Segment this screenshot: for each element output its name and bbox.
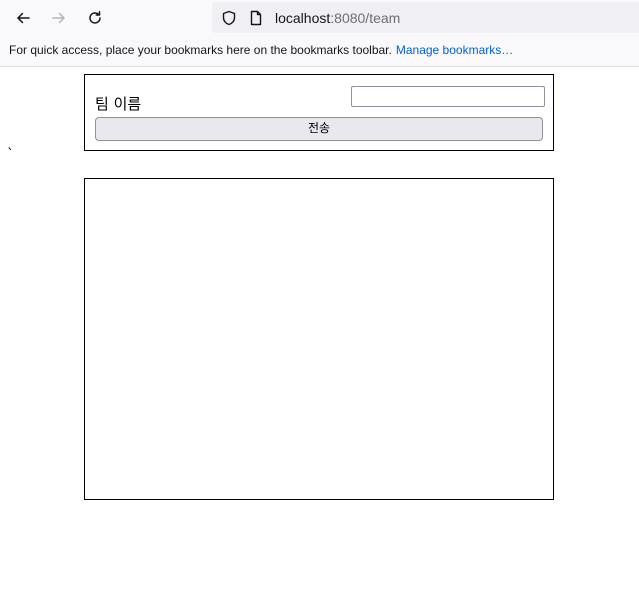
forward-arrow-icon [52, 12, 65, 24]
submit-button[interactable]: 전송 [95, 117, 543, 141]
url-host: localhost [275, 10, 331, 26]
stray-backtick: ` [7, 147, 14, 163]
browser-chrome: localhost:8080/team For quick access, pl… [0, 0, 639, 67]
forward-button[interactable] [47, 6, 71, 30]
manage-bookmarks-link[interactable]: Manage bookmarks… [396, 43, 513, 57]
url-text[interactable]: localhost:8080/team [275, 10, 400, 26]
back-button[interactable] [11, 6, 35, 30]
team-name-label: 팀 이름 [95, 95, 142, 113]
browser-toolbar: localhost:8080/team [0, 0, 639, 36]
bookmarks-message: For quick access, place your bookmarks h… [9, 43, 513, 57]
reload-icon [89, 11, 101, 24]
page-content: 팀 이름 전송 ` [0, 67, 639, 602]
url-bar[interactable]: localhost:8080/team [212, 2, 639, 33]
bookmarks-message-text: For quick access, place your bookmarks h… [9, 43, 392, 57]
team-name-input[interactable] [351, 86, 545, 107]
back-arrow-icon [17, 12, 30, 24]
reload-button[interactable] [83, 6, 107, 30]
bookmarks-toolbar: For quick access, place your bookmarks h… [0, 36, 639, 65]
shield-icon[interactable] [220, 9, 237, 26]
result-box [84, 178, 554, 500]
team-form: 팀 이름 전송 [84, 74, 554, 151]
url-path: :8080/team [330, 10, 401, 26]
page-icon[interactable] [247, 9, 264, 26]
